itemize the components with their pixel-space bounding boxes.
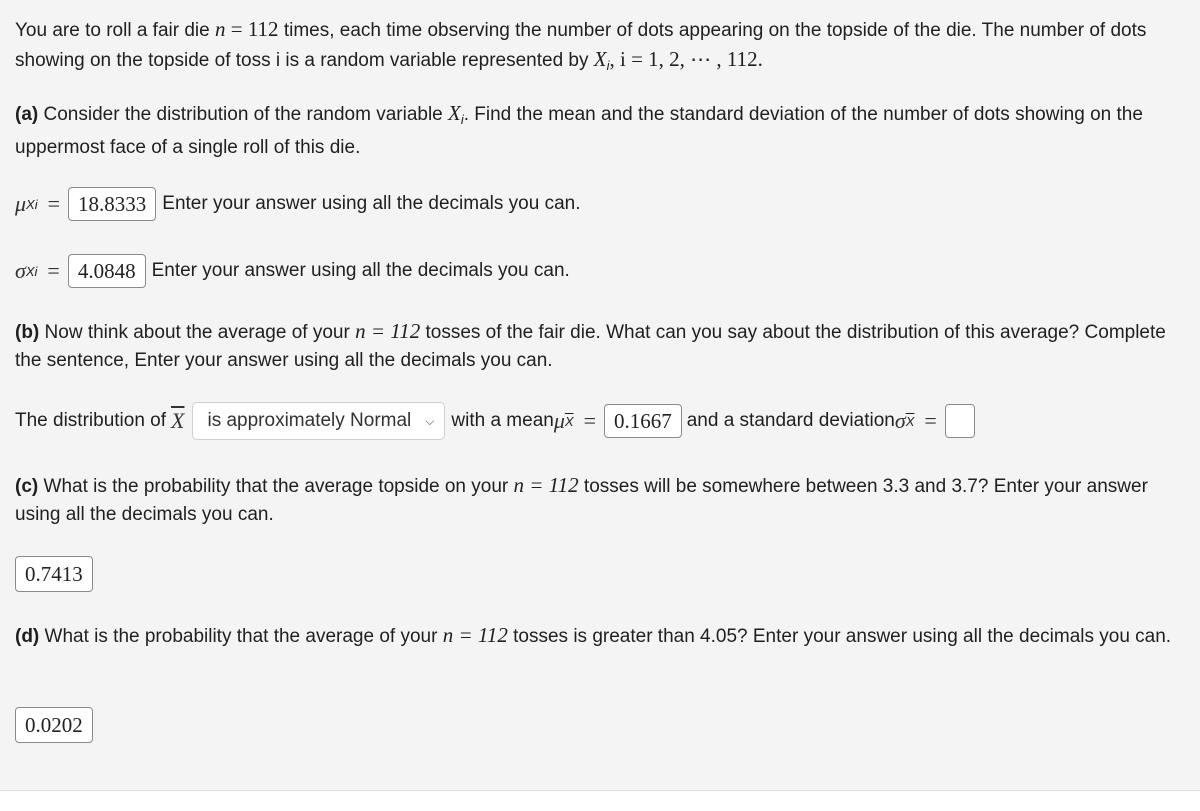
part-b-sentence: The distribution of X is approximately N…	[15, 402, 975, 440]
mean-hint: Enter your answer using all the decimals…	[162, 193, 581, 214]
part-d-question: (d) What is the probability that the ave…	[15, 623, 1172, 647]
mean-xi-row: μ Xi = 18.8333 Enter your answer using al…	[15, 185, 581, 223]
intro-text: You are to roll a fair die n = 112 times…	[15, 17, 1147, 73]
sigma-symbol: σ	[15, 258, 26, 283]
part-b-question: (b) Now think about the average of your …	[15, 319, 1166, 371]
part-d-answer-row: 0.0202	[15, 706, 93, 744]
sd-xi-row: σ Xi = 4.0848 Enter your answer using all…	[15, 252, 570, 290]
part-c-answer-input[interactable]: 0.7413	[15, 556, 93, 592]
sd-xi-input[interactable]: 4.0848	[67, 254, 146, 288]
mean-xbar-input[interactable]: 0.1667	[603, 404, 682, 438]
part-c-answer-row: 0.7413	[15, 555, 93, 593]
chevron-down-icon: ⌵	[425, 413, 435, 428]
distribution-select[interactable]: is approximately Normal ⌵	[192, 402, 446, 440]
xbar-symbol: X	[171, 408, 185, 433]
mu-symbol: μ	[15, 191, 27, 216]
part-c-question: (c) What is the probability that the ave…	[15, 473, 1148, 525]
sd-xbar-input[interactable]	[944, 404, 975, 438]
sd-hint: Enter your answer using all the decimals…	[151, 260, 570, 281]
mu-symbol: μ	[553, 408, 565, 433]
question-panel: You are to roll a fair die n = 112 times…	[0, 0, 1200, 791]
sigma-symbol: σ	[894, 408, 906, 433]
mean-xi-input[interactable]: 18.8333	[68, 187, 157, 221]
part-a-question: (a) Consider the distribution of the ran…	[15, 101, 1143, 158]
part-d-answer-input[interactable]: 0.0202	[15, 707, 93, 743]
